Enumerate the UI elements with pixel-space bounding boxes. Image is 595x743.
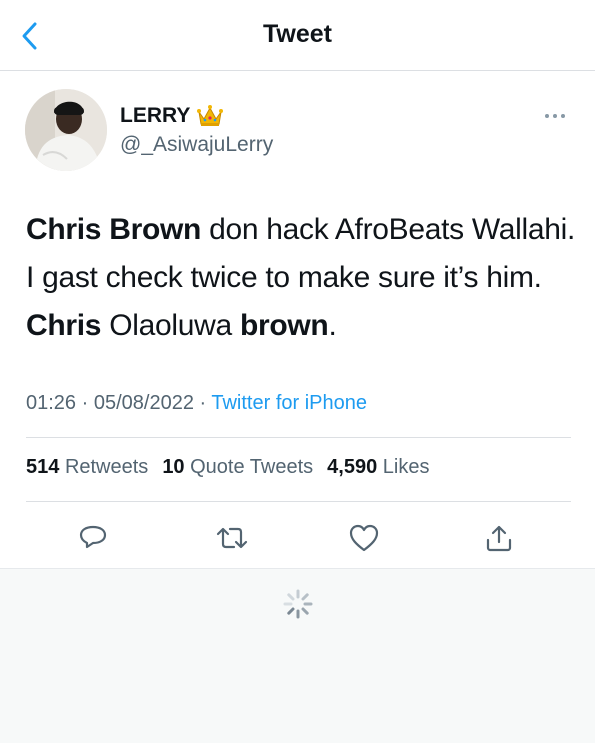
tweet-stats: 514 Retweets 10 Quote Tweets 4,590 Likes [26,456,430,479]
divider [26,501,571,502]
avatar-image [25,89,107,171]
likes-count: 4,590 [327,456,378,478]
author-name: LERRY [120,104,191,127]
reply-button[interactable] [75,520,111,556]
more-dot-icon [545,114,549,118]
retweet-button[interactable] [214,520,250,556]
divider [26,437,571,438]
share-button[interactable] [481,520,517,556]
tweet-meta: 01:26 · 05/08/2022 · Twitter for iPhone [26,392,367,415]
meta-separator: · [81,392,94,414]
tweet-segment: Chris Brown [26,213,202,246]
share-icon [486,525,512,552]
tweet-source-link[interactable]: Twitter for iPhone [211,392,367,414]
reply-icon [79,525,107,549]
quote-tweets-stat[interactable]: 10 Quote Tweets [162,456,313,479]
quote-tweets-label: Quote Tweets [190,456,314,478]
crown-icon [197,105,224,126]
like-icon [349,524,379,552]
retweets-count: 514 [26,456,60,478]
likes-label: Likes [382,456,430,478]
quote-tweets-count: 10 [162,456,185,478]
tweet-text: Chris Brown don hack AfroBeats Wallahi. … [26,206,576,350]
tweet-time: 01:26 [26,392,77,414]
retweet-icon [216,527,248,549]
more-dot-icon [553,114,557,118]
loading-spinner-icon [283,589,313,619]
more-options-button[interactable] [540,106,570,126]
avatar[interactable] [25,89,107,171]
likes-stat[interactable]: 4,590 Likes [327,456,429,479]
more-dot-icon [561,114,565,118]
tweet-segment: brown [239,309,329,342]
retweets-label: Retweets [64,456,149,478]
action-bar [0,512,595,566]
author-name-row[interactable]: LERRY [120,104,224,128]
tweet-segment: . [328,309,337,342]
meta-separator: · [199,392,212,414]
page-title: Tweet [263,20,332,48]
top-bar: Tweet [0,0,595,71]
tweet-date: 05/08/2022 [93,392,194,414]
tweet-segment: Olaoluwa [101,309,240,342]
like-button[interactable] [346,520,382,556]
tweet-segment: Chris [26,309,102,342]
retweets-stat[interactable]: 514 Retweets [26,456,148,479]
author-handle[interactable]: @_AsiwajuLerry [120,133,273,157]
